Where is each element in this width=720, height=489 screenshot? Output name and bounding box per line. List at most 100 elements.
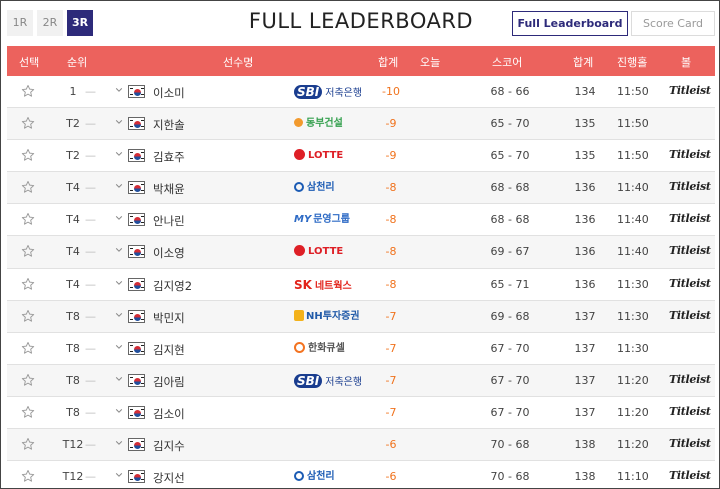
total-score: -7 [385, 309, 397, 323]
chevron-down-icon[interactable] [115, 471, 123, 479]
col-total[interactable]: 합계 [378, 54, 398, 70]
stroke-sum: 137 [574, 405, 596, 419]
favorite-star-icon[interactable] [21, 469, 35, 483]
chevron-down-icon[interactable] [115, 407, 123, 415]
chevron-down-icon[interactable] [115, 279, 123, 287]
player-name[interactable]: 김지수 [153, 438, 185, 454]
favorite-star-icon[interactable] [21, 116, 35, 130]
player-name[interactable]: 지한솔 [153, 117, 185, 133]
stroke-sum: 136 [574, 181, 596, 195]
rank-change-dash: — [85, 117, 96, 131]
chevron-down-icon[interactable] [115, 182, 123, 190]
favorite-star-icon[interactable] [21, 405, 35, 419]
rank-change-dash: — [85, 438, 96, 452]
rank-change-dash: — [85, 149, 96, 163]
chevron-down-icon[interactable] [115, 246, 123, 254]
chevron-down-icon[interactable] [115, 86, 123, 94]
total-score: -9 [385, 117, 397, 131]
table-row[interactable]: T8 — 박민지 NH투자증권 -7 69 - 68 137 11:30 Tit… [7, 300, 715, 333]
round-scores: 67 - 70 [490, 373, 530, 387]
stroke-sum: 136 [574, 277, 596, 291]
col-score: 스코어 [492, 56, 523, 69]
player-name[interactable]: 이소영 [153, 245, 185, 261]
col-today[interactable]: 오늘 [420, 54, 440, 70]
total-score: -8 [385, 277, 397, 291]
favorite-star-icon[interactable] [21, 309, 35, 323]
favorite-star-icon[interactable] [21, 180, 35, 194]
table-row[interactable]: T8 — 김소이 -7 67 - 70 137 11:20 Titleist [7, 397, 715, 430]
rank: T2 [66, 149, 80, 163]
chevron-down-icon[interactable] [115, 439, 123, 447]
rank-change-dash: — [85, 181, 96, 195]
chevron-down-icon[interactable] [115, 343, 123, 351]
rank-change-dash: — [85, 470, 96, 484]
tee-time: 11:20 [617, 438, 649, 452]
total-score: -8 [385, 181, 397, 195]
round-scores: 69 - 68 [490, 309, 530, 323]
favorite-star-icon[interactable] [21, 148, 35, 162]
korea-flag-icon [128, 85, 145, 98]
player-name[interactable]: 김지영2 [153, 278, 192, 294]
rank: T4 [66, 181, 80, 195]
player-name[interactable]: 김지현 [153, 342, 185, 358]
stroke-sum: 136 [574, 213, 596, 227]
table-row[interactable]: T12 — 강지선 삼천리 -6 70 - 68 138 11:10 Title… [7, 461, 715, 489]
chevron-down-icon[interactable] [115, 118, 123, 126]
col-progress: 진행홀 [617, 56, 648, 69]
table-row[interactable]: T4 — 박채윤 삼천리 -8 68 - 68 136 11:40 Titlei… [7, 172, 715, 205]
player-name[interactable]: 박민지 [153, 310, 185, 326]
round-scores: 68 - 68 [490, 181, 530, 195]
tee-time: 11:50 [617, 149, 649, 163]
player-name[interactable]: 이소미 [153, 85, 185, 101]
table-row[interactable]: T2 — 지한솔 동부건설 -9 65 - 70 135 11:50 [7, 108, 715, 141]
table-row[interactable]: T8 — 김지현 한화큐셀 -7 67 - 70 137 11:30 [7, 333, 715, 365]
chevron-down-icon[interactable] [115, 150, 123, 158]
chevron-down-icon[interactable] [115, 375, 123, 383]
total-score: -8 [385, 245, 397, 259]
samchully-logo-icon [294, 471, 304, 482]
col-rank: 순위 [67, 56, 88, 69]
korea-flag-icon [128, 149, 145, 163]
player-name[interactable]: 안나린 [153, 213, 185, 229]
sponsor-logo: LOTTE [294, 242, 372, 262]
tee-time: 11:30 [617, 277, 649, 291]
favorite-star-icon[interactable] [21, 373, 35, 387]
table-row[interactable]: T2 — 김효주 LOTTE -9 65 - 70 135 11:50 Titl… [7, 140, 715, 173]
ball-brand-logo: Titleist [669, 212, 711, 226]
table-row[interactable]: T4 — 안나린 MY 문영그룹 -8 68 - 68 136 11:40 Tit… [7, 204, 715, 237]
player-name[interactable]: 박채윤 [153, 181, 185, 197]
player-name[interactable]: 김아림 [153, 374, 185, 390]
table-row[interactable]: T4 — 김지영2 SK 네트웍스 -8 65 - 71 136 11:30 Ti… [7, 269, 715, 301]
col-sum[interactable]: 합계 [573, 54, 593, 70]
stroke-sum: 135 [574, 117, 596, 131]
favorite-star-icon[interactable] [21, 244, 35, 258]
korea-flag-icon [128, 213, 145, 227]
favorite-star-icon[interactable] [21, 277, 35, 291]
player-name[interactable]: 김소이 [153, 406, 185, 422]
sponsor-logo: SBI 저축은행 [294, 371, 372, 391]
player-name[interactable]: 김효주 [153, 149, 185, 165]
rank: T4 [66, 277, 80, 291]
nh-logo-icon [294, 309, 304, 321]
full-leaderboard-button[interactable]: Full Leaderboard [512, 11, 628, 36]
stroke-sum: 138 [574, 438, 596, 452]
favorite-star-icon[interactable] [21, 437, 35, 451]
score-card-button[interactable]: Score Card [631, 11, 715, 36]
table-row[interactable]: 1 — 이소미 SBI 저축은행 -10 68 - 66 134 11:50 Ti… [7, 76, 715, 109]
round-scores: 70 - 68 [490, 470, 530, 484]
table-row[interactable]: T8 — 김아림 SBI 저축은행 -7 67 - 70 137 11:20 Ti… [7, 364, 715, 397]
table-row[interactable]: T12 — 김지수 -6 70 - 68 138 11:20 Titleist [7, 429, 715, 462]
sbi-logo: SBI [294, 373, 323, 388]
stroke-sum: 136 [574, 245, 596, 259]
table-row[interactable]: T4 — 이소영 LOTTE -8 69 - 67 136 11:40 Titl… [7, 236, 715, 269]
player-name[interactable]: 강지선 [153, 470, 185, 486]
sponsor-logo [294, 403, 372, 423]
chevron-down-icon[interactable] [115, 311, 123, 319]
tee-time: 11:50 [617, 117, 649, 131]
favorite-star-icon[interactable] [21, 341, 35, 355]
chevron-down-icon[interactable] [115, 214, 123, 222]
rank: T4 [66, 213, 80, 227]
favorite-star-icon[interactable] [21, 212, 35, 226]
favorite-star-icon[interactable] [21, 84, 35, 98]
total-score: -10 [382, 85, 400, 98]
